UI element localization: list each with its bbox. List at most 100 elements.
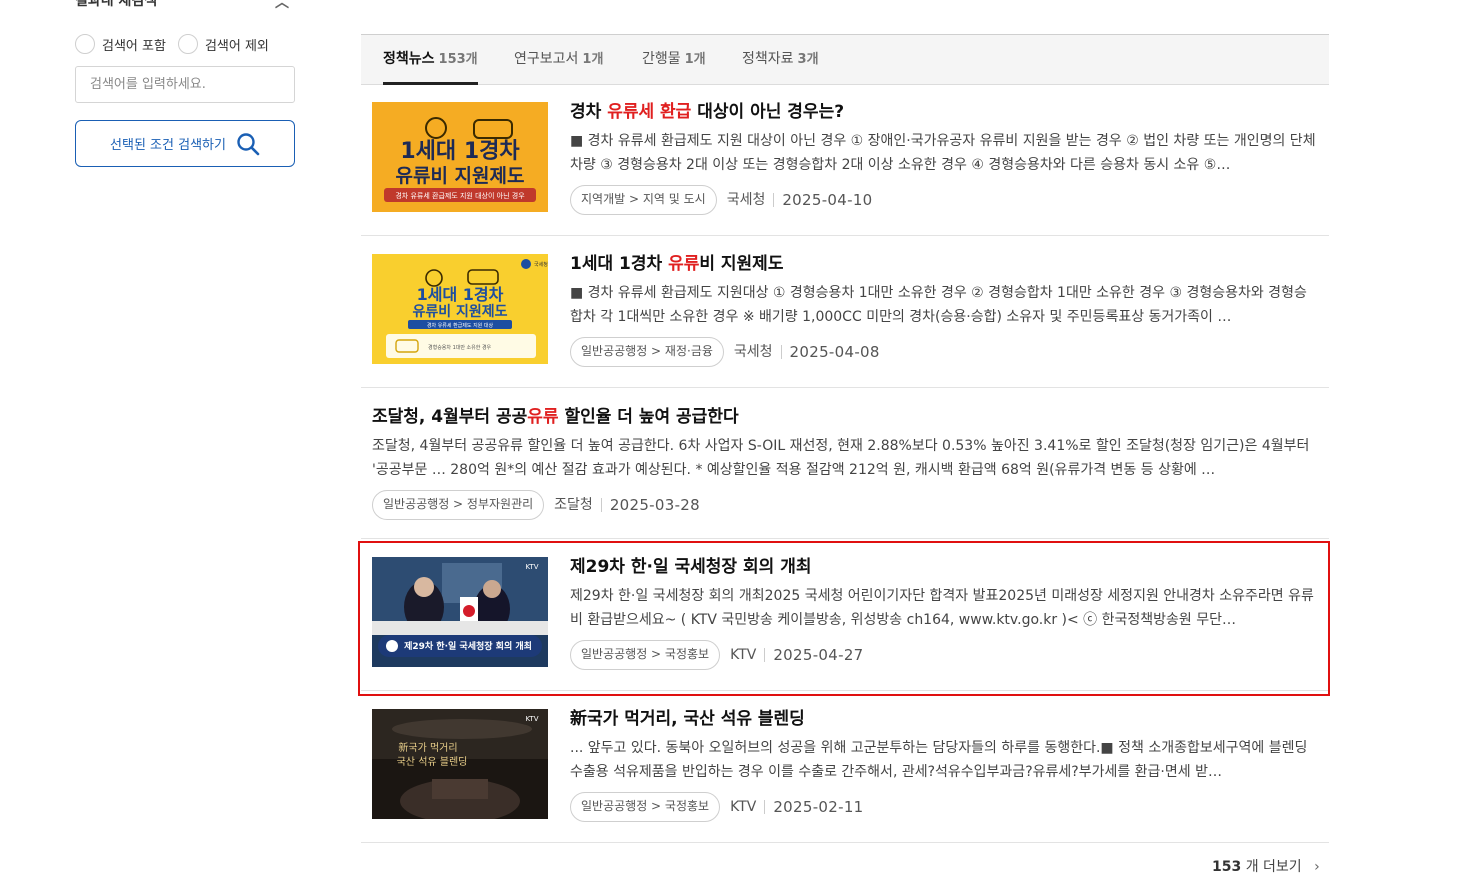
refine-search-input[interactable] [75, 66, 295, 103]
category-tag[interactable]: 일반공공행정 > 국정홍보 [570, 640, 721, 670]
result-thumbnail[interactable]: KTV 新국가 먹거리 국산 석유 블렌딩 [372, 709, 548, 819]
result-date: 2025-02-11 [773, 798, 864, 816]
result-source: 국세청 [734, 345, 782, 359]
thumb-text-line5: 국세청 [534, 261, 548, 268]
search-selected-conditions-button[interactable]: 선택된 조건 검색하기 [75, 120, 295, 167]
result-date: 2025-04-27 [773, 646, 864, 664]
category-tag[interactable]: 일반공공행정 > 재정·금융 [570, 337, 724, 367]
result-date: 2025-04-10 [782, 191, 873, 209]
tab-label: 연구보고서 [514, 51, 579, 67]
result-description: ■ 경차 유류세 환급제도 지원대상 ① 경형승용차 1대만 소유한 경우 ② … [570, 285, 1307, 325]
result-source: KTV [730, 648, 766, 662]
tab-label: 정책자료 [742, 51, 794, 67]
more-label: 개 더보기 [1245, 859, 1302, 875]
search-icon [237, 132, 260, 155]
policy-thumbnail-image: 1세대 1경차 유류비 지원제도 경차 유류세 환급제도 지원 대상이 아닌 경… [372, 102, 548, 212]
include-keyword-radio[interactable]: 검색어 포함 [75, 34, 166, 54]
title-text: 新국가 먹거리, 국산 석유 블렌딩 [570, 709, 805, 729]
title-text: 1세대 1경차 [570, 254, 669, 274]
title-text: 경차 [570, 102, 608, 122]
thumb-caption-1: 新국가 먹거리 [398, 741, 457, 754]
result-source: KTV [730, 800, 766, 814]
result-description: ■ 경차 유류세 환급제도 지원 대상이 아닌 경우 ① 장애인·국가유공자 유… [570, 133, 1316, 173]
tab-count: 1개 [582, 52, 604, 67]
title-highlight: 유류세 [607, 102, 655, 122]
title-text: 대상이 아닌 경우는? [691, 102, 845, 122]
result-source: 국세청 [727, 193, 775, 207]
title-highlight: 유류 [668, 254, 700, 274]
search-button-label: 선택된 조건 검색하기 [110, 138, 226, 153]
result-title[interactable]: 조달청, 4월부터 공공유류 할인율 더 높여 공급한다 [372, 405, 1317, 429]
ktv-thumbnail-image: KTV 제29차 한·일 국세청장 회의 개최 [372, 557, 548, 667]
result-title[interactable]: 제29차 한·일 국세청장 회의 개최 [570, 555, 1317, 579]
radio-circle-icon[interactable] [177, 34, 198, 54]
result-meta: 일반공공행정 > 재정·금융 국세청 2025-04-08 [570, 337, 1317, 367]
chevron-right-icon: › [1314, 859, 1320, 875]
category-tag[interactable]: 일반공공행정 > 정부자원관리 [372, 490, 545, 520]
result-type-tabs: 정책뉴스 153개 연구보고서 1개 간행물 1개 정책자료 3개 [361, 34, 1329, 85]
title-text: 비 지원제도 [699, 254, 784, 274]
result-description: ... 앞두고 있다. 동북아 오일허브의 성공을 위해 고군분투하는 담당자들… [570, 740, 1308, 780]
title-text: 조달청, 4월부터 공공 [372, 407, 528, 427]
tab-publications[interactable]: 간행물 1개 [642, 35, 706, 85]
title-highlight: 유류 [527, 407, 559, 427]
result-body: 경차 유류세 환급 대상이 아닌 경우는? ■ 경차 유류세 환급제도 지원 대… [570, 100, 1317, 215]
ktv-thumbnail-image: KTV 新국가 먹거리 국산 석유 블렌딩 [372, 709, 548, 819]
thumb-text-line2: 유류비 지원제도 [412, 304, 507, 320]
exclude-keyword-radio[interactable]: 검색어 제외 [177, 34, 269, 54]
result-description: 조달청, 4월부터 공공유류 할인율 더 높여 공급한다. 6차 사업자 S-O… [372, 438, 1310, 478]
result-thumbnail[interactable]: KTV 제29차 한·일 국세청장 회의 개최 [372, 557, 548, 667]
thumb-text-line3: 경차 유류세 환급제도 지원 대상 [427, 322, 494, 329]
result-meta: 일반공공행정 > 국정홍보 KTV 2025-02-11 [570, 792, 1317, 822]
chevron-up-icon[interactable]: ︿ [275, 0, 289, 12]
tab-count: 1개 [684, 52, 706, 67]
policy-thumbnail-image: 국세청 1세대 1경차 유류비 지원제도 경차 유류세 환급제도 지원 대상 경… [372, 254, 548, 364]
thumb-text-line2: 유류비 지원제도 [396, 165, 525, 187]
tab-count: 3개 [797, 52, 819, 67]
tab-label: 정책뉴스 [383, 51, 435, 67]
tab-count: 153개 [438, 52, 478, 67]
title-highlight: 환급 [660, 102, 692, 122]
result-meta: 지역개발 > 지역 및 도시 국세청 2025-04-10 [570, 185, 1317, 215]
tab-research-reports[interactable]: 연구보고서 1개 [514, 35, 603, 85]
thumb-caption-2: 국산 석유 블렌딩 [397, 756, 468, 768]
result-title[interactable]: 新국가 먹거리, 국산 석유 블렌딩 [570, 707, 1317, 731]
category-tag[interactable]: 지역개발 > 지역 및 도시 [570, 185, 717, 215]
result-title[interactable]: 경차 유류세 환급 대상이 아닌 경우는? [570, 100, 1317, 124]
result-body: 1세대 1경차 유류비 지원제도 ■ 경차 유류세 환급제도 지원대상 ① 경형… [570, 252, 1317, 367]
search-scope-radios: 검색어 포함 검색어 제외 [75, 32, 281, 56]
result-thumbnail[interactable]: 1세대 1경차 유류비 지원제도 경차 유류세 환급제도 지원 대상이 아닌 경… [372, 102, 548, 212]
result-item: 국세청 1세대 1경차 유류비 지원제도 경차 유류세 환급제도 지원 대상 경… [361, 236, 1329, 388]
result-body: 제29차 한·일 국세청장 회의 개최 제29차 한·일 국세청장 회의 개최2… [570, 555, 1317, 670]
result-item: 조달청, 4월부터 공공유류 할인율 더 높여 공급한다 조달청, 4월부터 공… [361, 388, 1329, 539]
thumb-caption: 제29차 한·일 국세청장 회의 개최 [404, 640, 532, 652]
exclude-keyword-label: 검색어 제외 [204, 38, 269, 54]
category-tag[interactable]: 일반공공행정 > 국정홍보 [570, 792, 721, 822]
title-text: 제29차 한·일 국세청장 회의 개최 [570, 557, 812, 577]
tab-policy-materials[interactable]: 정책자료 3개 [742, 35, 819, 85]
result-title[interactable]: 1세대 1경차 유류비 지원제도 [570, 252, 1317, 276]
result-source: 조달청 [554, 498, 602, 512]
refine-search-title[interactable]: 결과내 재검색 ︿ [75, 0, 295, 14]
refine-search-label: 결과내 재검색 [75, 0, 158, 9]
title-text: 할인율 더 높여 공급한다 [558, 407, 739, 427]
thumb-text-line1: 1세대 1경차 [400, 139, 520, 164]
result-date: 2025-03-28 [609, 496, 700, 514]
thumb-text-line4: 경형승용차 1대만 소유한 경우 [428, 344, 492, 351]
more-count: 153 [1212, 859, 1242, 875]
radio-circle-icon[interactable] [75, 34, 95, 54]
ktv-logo-text: KTV [525, 715, 538, 723]
more-results-link[interactable]: 153 개 더보기 › [1212, 856, 1320, 876]
result-thumbnail[interactable]: 국세청 1세대 1경차 유류비 지원제도 경차 유류세 환급제도 지원 대상 경… [372, 254, 548, 364]
result-body: 조달청, 4월부터 공공유류 할인율 더 높여 공급한다 조달청, 4월부터 공… [372, 405, 1317, 520]
tab-policy-news[interactable]: 정책뉴스 153개 [383, 35, 478, 85]
tab-label: 간행물 [642, 51, 681, 67]
result-description: 제29차 한·일 국세청장 회의 개최2025 국세청 어린이기자단 합격자 발… [570, 588, 1314, 628]
include-keyword-label: 검색어 포함 [102, 38, 166, 54]
result-meta: 일반공공행정 > 정부자원관리 조달청 2025-03-28 [372, 490, 1317, 520]
thumb-text-line1: 1세대 1경차 [417, 285, 504, 304]
result-body: 新국가 먹거리, 국산 석유 블렌딩 ... 앞두고 있다. 동북아 오일허브의… [570, 707, 1317, 822]
result-item: KTV 新국가 먹거리 국산 석유 블렌딩 新국가 먹거리, 국산 석유 블렌딩… [361, 691, 1329, 843]
ktv-logo-text: KTV [525, 563, 538, 571]
result-item-selected: KTV 제29차 한·일 국세청장 회의 개최 제29차 한·일 국세청장 회의… [361, 539, 1329, 691]
